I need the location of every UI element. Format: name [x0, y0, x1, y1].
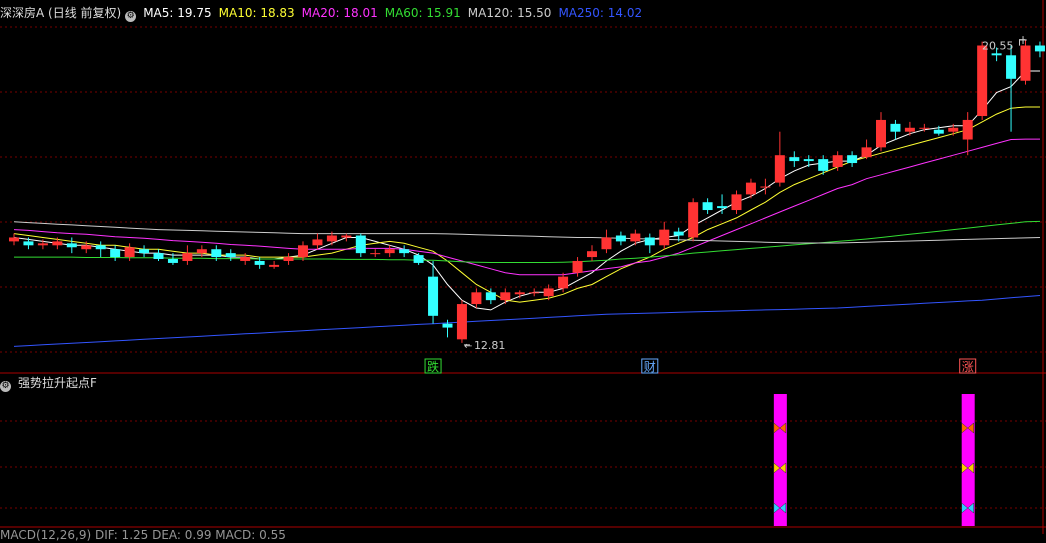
settings-icon[interactable]: ⚙ — [0, 381, 11, 392]
candle-down — [644, 237, 655, 246]
candle-down — [847, 155, 858, 164]
ma-indicator-list: MA5: 19.75 MA10: 18.83 MA20: 18.01 MA60: 15… — [143, 6, 649, 20]
event-marker-2: 财 — [644, 360, 656, 374]
low-arrow-head: ← — [464, 341, 472, 352]
candle-up — [774, 155, 785, 183]
candle-up — [182, 253, 193, 261]
candle-up — [558, 276, 569, 289]
candle-up — [745, 182, 756, 195]
candle-up — [948, 127, 959, 132]
macd-title: MACD(12,26,9) DIF: 1.25 DEA: 0.99 MACD: … — [0, 528, 286, 542]
indicator-ma10: MA10: 18.83 — [218, 6, 295, 20]
candle-up — [514, 292, 525, 295]
candle-up — [601, 237, 612, 250]
candle-up — [341, 235, 352, 238]
candle-up — [731, 194, 742, 211]
candle-down — [702, 202, 713, 211]
candle-up — [962, 119, 973, 140]
indicator-ma20: MA20: 18.01 — [301, 6, 378, 20]
indicator-ma250: MA250: 14.02 — [558, 6, 643, 20]
indicator-ma120: MA120: 15.50 — [467, 6, 552, 20]
candle-down — [991, 53, 1002, 56]
kline-chart[interactable]: 20.55 + ← 12.81 跌 财 涨 — [0, 0, 1046, 534]
candle-up — [659, 229, 670, 246]
candle-down — [355, 235, 366, 254]
candle-down — [673, 231, 684, 236]
candle-down — [428, 276, 439, 316]
candle-up — [500, 292, 511, 301]
candle-down — [442, 323, 453, 328]
candle-up — [572, 260, 583, 273]
candle-down — [110, 249, 121, 258]
candle-up — [283, 257, 294, 261]
candle-up — [37, 243, 48, 246]
candle-up — [196, 249, 207, 254]
candle-down — [789, 157, 800, 162]
stock-title: 深深房A (日线 前复权) — [0, 6, 122, 20]
candle-up — [760, 186, 771, 188]
settings-icon[interactable]: ⚙ — [125, 11, 137, 22]
sub-panel-title: 强势拉升起点F — [18, 376, 97, 390]
candle-up — [904, 127, 915, 132]
candle-up — [529, 292, 540, 294]
candle-up — [456, 304, 467, 340]
candle-up — [1020, 45, 1031, 81]
crosshair-icon: + — [1018, 33, 1028, 47]
macd-panel-header: MACD(12,26,9) DIF: 1.25 DEA: 0.99 MACD: … — [0, 527, 293, 543]
indicator-ma60: MA60: 15.91 — [384, 6, 461, 20]
candle-up — [326, 235, 337, 242]
low-label: 12.81 — [474, 339, 506, 352]
candle-down — [66, 243, 77, 248]
candle-up — [832, 155, 843, 167]
candle-up — [977, 45, 988, 117]
candle-down — [399, 249, 410, 254]
event-marker-3: 涨 — [962, 359, 974, 374]
candle-up — [81, 245, 92, 250]
ma-line-ma250 — [13, 295, 1041, 347]
candle-up — [298, 245, 308, 258]
candle-up — [587, 251, 597, 258]
high-label: 20.55 — [982, 40, 1014, 53]
candle-down — [818, 159, 829, 171]
candle-down — [413, 255, 424, 263]
candle-down — [1034, 45, 1045, 52]
indicator-ma5: MA5: 19.75 — [143, 6, 212, 20]
ma-line-ma5 — [13, 70, 1040, 311]
candle-up — [269, 264, 280, 267]
candle-up — [240, 257, 251, 261]
candle-down — [23, 241, 34, 246]
candle-down — [225, 253, 236, 258]
candle-up — [861, 147, 872, 158]
candle-down — [803, 159, 814, 162]
candle-up — [876, 119, 886, 148]
candle-up — [124, 247, 135, 258]
candle-down — [933, 129, 944, 134]
candle-up — [471, 292, 482, 305]
candle-down — [717, 206, 728, 209]
candle-down — [254, 260, 265, 265]
candle-up — [384, 249, 395, 254]
main-panel-header: 深深房A (日线 前复权) ⚙ MA5: 19.75 MA10: 18.83 MA20:… — [0, 5, 656, 22]
candle-down — [1006, 55, 1017, 79]
candle-up — [9, 237, 19, 242]
candle-up — [52, 241, 63, 246]
candle-down — [485, 292, 496, 301]
candle-up — [543, 288, 554, 297]
candle-up — [688, 202, 699, 238]
candle-down — [211, 249, 222, 258]
candle-up — [370, 253, 381, 255]
ma-line-ma10 — [13, 106, 1040, 303]
event-marker-1: 跌 — [427, 359, 439, 374]
candle-down — [167, 259, 178, 263]
candle-up — [630, 233, 641, 242]
candle-up — [919, 127, 930, 129]
sub-panel-header: ⚙ 强势拉升起点F — [0, 375, 104, 392]
candle-down — [615, 235, 626, 242]
candle-down — [153, 253, 164, 260]
candle-up — [312, 239, 323, 246]
candle-down — [890, 123, 901, 132]
candle-down — [139, 249, 150, 254]
candle-down — [95, 245, 106, 250]
